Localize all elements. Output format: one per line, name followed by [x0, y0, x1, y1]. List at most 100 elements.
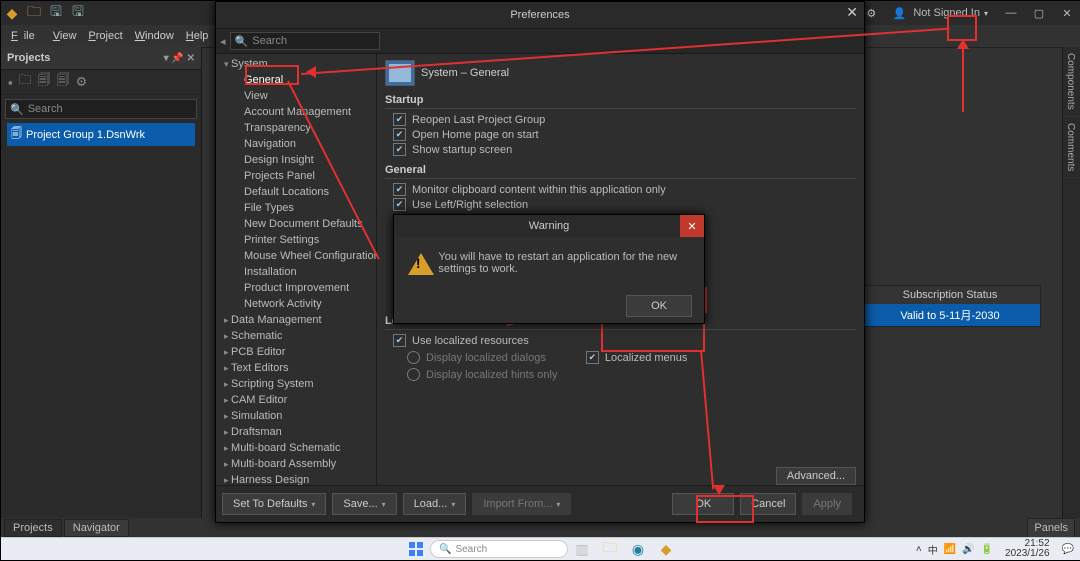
- app-taskbar-icon[interactable]: ◆: [655, 538, 677, 560]
- apply-button[interactable]: Apply: [802, 493, 852, 515]
- tree-mouse-wheel[interactable]: Mouse Wheel Configuration: [216, 248, 376, 264]
- advanced-button[interactable]: Advanced...: [776, 467, 856, 485]
- chk-monitor[interactable]: Monitor clipboard content within this ap…: [393, 183, 856, 196]
- preferences-title-bar: Preferences ✕: [216, 2, 864, 29]
- tree-navigation[interactable]: Navigation: [216, 136, 376, 152]
- taskview-icon[interactable]: ▥: [571, 538, 593, 560]
- tree-printer[interactable]: Printer Settings: [216, 232, 376, 248]
- minimize-icon[interactable]: —: [997, 3, 1025, 23]
- tree-mb-schematic[interactable]: Multi-board Schematic: [216, 440, 376, 456]
- projects-search-input[interactable]: 🔍 Search: [5, 99, 197, 119]
- tree-text-editors[interactable]: Text Editors: [216, 360, 376, 376]
- set-defaults-button[interactable]: Set To Defaults▾: [222, 493, 326, 515]
- search-icon: 🔍: [439, 544, 451, 555]
- signin-label[interactable]: Not Signed In: [913, 7, 980, 19]
- start-icon[interactable]: [405, 538, 427, 560]
- projects-search-placeholder: Search: [28, 103, 63, 115]
- maximize-icon[interactable]: ▢: [1025, 3, 1053, 23]
- tree-design-insight[interactable]: Design Insight: [216, 152, 376, 168]
- tree-file-types[interactable]: File Types: [216, 200, 376, 216]
- preferences-search-input[interactable]: 🔍 Search: [230, 32, 380, 50]
- chk-monitor-label: Monitor clipboard content within this ap…: [412, 184, 666, 196]
- tree-account[interactable]: Account Management: [216, 104, 376, 120]
- tab-navigator[interactable]: Navigator: [64, 519, 129, 537]
- save-icon[interactable]: 🖫: [47, 4, 65, 22]
- chk-reopen[interactable]: Reopen Last Project Group: [393, 113, 856, 126]
- open-icon[interactable]: 🗀: [25, 4, 43, 22]
- save-button[interactable]: Save...▾: [332, 493, 396, 515]
- tree-network-activity[interactable]: Network Activity: [216, 296, 376, 312]
- notifications-icon[interactable]: 💬: [1062, 544, 1074, 555]
- tray-chevron-icon[interactable]: ˄: [916, 544, 922, 555]
- chk-leftright[interactable]: Use Left/Right selection: [393, 198, 856, 211]
- tray-volume-icon[interactable]: 🔊: [962, 544, 974, 555]
- toolbar-icon[interactable]: 🗀: [19, 71, 32, 93]
- tab-projects[interactable]: Projects: [4, 519, 62, 537]
- warning-title: Warning: [529, 220, 570, 232]
- tree-new-doc[interactable]: New Document Defaults: [216, 216, 376, 232]
- project-group-item[interactable]: 🗐 Project Group 1.DsnWrk: [7, 123, 195, 146]
- tray-battery-icon[interactable]: 🔋: [981, 544, 993, 555]
- tree-general[interactable]: General: [216, 72, 376, 88]
- menu-help[interactable]: Help: [186, 30, 209, 42]
- chk-uselocal[interactable]: Use localized resources: [393, 334, 856, 347]
- menu-window[interactable]: Window: [135, 30, 174, 42]
- tree-transparency[interactable]: Transparency: [216, 120, 376, 136]
- warning-dialog: Warning ✕ You will have to restart an ap…: [393, 214, 705, 324]
- tree-cam-editor[interactable]: CAM Editor: [216, 392, 376, 408]
- menu-view[interactable]: View: [53, 30, 77, 42]
- warning-ok-button[interactable]: OK: [626, 295, 692, 317]
- menu-project[interactable]: Project: [88, 30, 122, 42]
- tree-draftsman[interactable]: Draftsman: [216, 424, 376, 440]
- radio-dispdlg[interactable]: Display localized dialogs: [407, 351, 546, 364]
- tree-harness[interactable]: Harness Design: [216, 472, 376, 486]
- tab-comments[interactable]: Comments: [1063, 117, 1078, 178]
- tree-scripting[interactable]: Scripting System: [216, 376, 376, 392]
- import-button[interactable]: Import From...▾: [472, 493, 571, 515]
- toolbar-icon[interactable]: ⚙: [76, 74, 88, 90]
- preferences-tree: System General View Account Management T…: [216, 52, 377, 486]
- preferences-close-icon[interactable]: ✕: [846, 4, 858, 21]
- toolbar-icon[interactable]: 🗐: [38, 71, 51, 93]
- panel-dropdown-icon[interactable]: ▾ 📌 ✕: [164, 53, 195, 64]
- tree-system[interactable]: System: [216, 56, 376, 72]
- ok-button[interactable]: OK: [672, 493, 734, 515]
- save-all-icon[interactable]: 🖫: [69, 4, 87, 22]
- taskbar-clock[interactable]: 21:52 2023/1/26: [1002, 539, 1053, 559]
- tray-ime-icon[interactable]: 中: [928, 542, 938, 557]
- panels-button[interactable]: Panels: [1027, 518, 1075, 538]
- tree-projects-panel[interactable]: Projects Panel: [216, 168, 376, 184]
- load-button[interactable]: Load...▾: [403, 493, 467, 515]
- tree-simulation[interactable]: Simulation: [216, 408, 376, 424]
- user-icon[interactable]: 👤: [889, 3, 909, 23]
- chk-openhome-label: Open Home page on start: [412, 129, 539, 141]
- subscription-status-panel: Subscription Status Valid to 5-11月-2030: [859, 285, 1041, 327]
- tree-default-locations[interactable]: Default Locations: [216, 184, 376, 200]
- menu-file[interactable]: File: [11, 30, 41, 42]
- edge-icon[interactable]: ◉: [627, 538, 649, 560]
- toolbar-icon[interactable]: 🗐: [57, 71, 70, 93]
- tree-schematic[interactable]: Schematic: [216, 328, 376, 344]
- tree-installation[interactable]: Installation: [216, 264, 376, 280]
- chk-showstartup[interactable]: Show startup screen: [393, 143, 856, 156]
- close-icon[interactable]: ✕: [1053, 3, 1080, 23]
- chk-locmenus[interactable]: Localized menus: [586, 351, 688, 364]
- back-icon[interactable]: ◂: [220, 35, 226, 48]
- chk-openhome[interactable]: Open Home page on start: [393, 128, 856, 141]
- cancel-button[interactable]: Cancel: [740, 493, 796, 515]
- tab-components[interactable]: Components: [1063, 47, 1078, 117]
- tree-view[interactable]: View: [216, 88, 376, 104]
- tree-data-management[interactable]: Data Management: [216, 312, 376, 328]
- toolbar-icon[interactable]: ▪: [8, 75, 13, 90]
- warning-title-bar: Warning ✕: [394, 215, 704, 237]
- tree-product-improvement[interactable]: Product Improvement: [216, 280, 376, 296]
- taskbar-search-input[interactable]: 🔍Search: [430, 540, 568, 558]
- tray-wifi-icon[interactable]: 📶: [944, 544, 956, 555]
- right-side-tabs: Components Comments: [1062, 47, 1080, 518]
- radio-disphints[interactable]: Display localized hints only: [407, 368, 856, 381]
- explorer-icon[interactable]: 🗀: [599, 538, 621, 560]
- warning-close-icon[interactable]: ✕: [680, 215, 704, 237]
- tree-mb-assembly[interactable]: Multi-board Assembly: [216, 456, 376, 472]
- tree-pcb-editor[interactable]: PCB Editor: [216, 344, 376, 360]
- warning-message: You will have to restart an application …: [438, 251, 690, 275]
